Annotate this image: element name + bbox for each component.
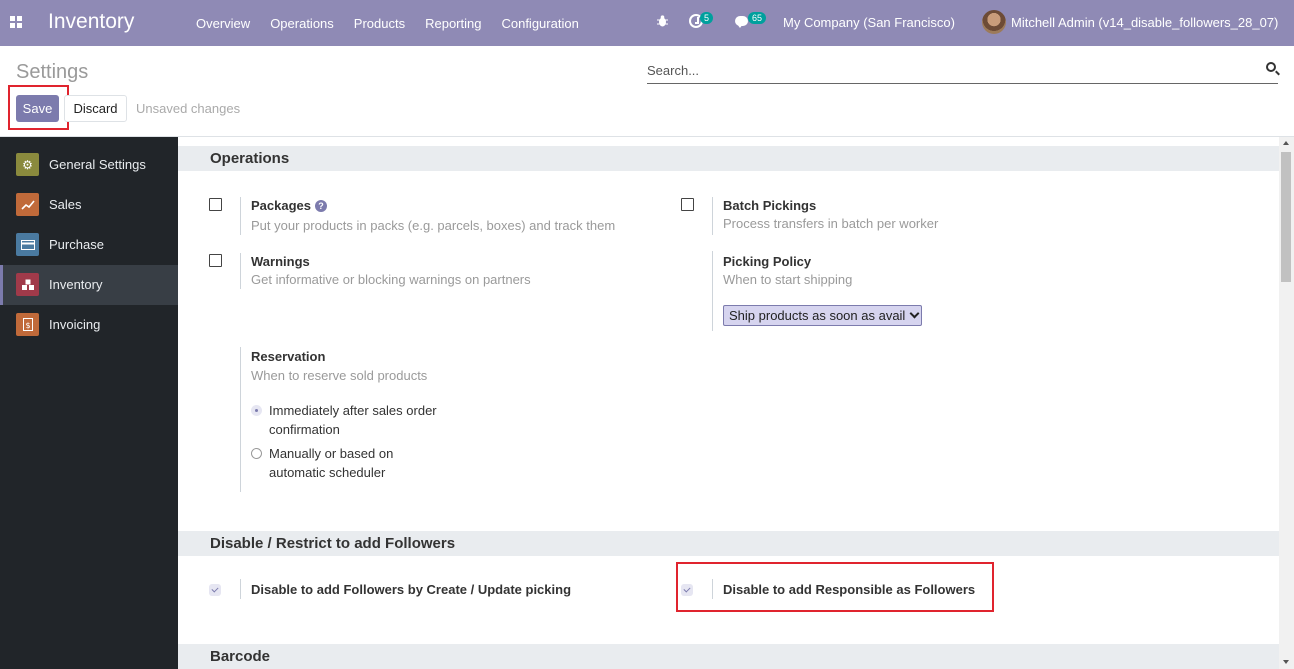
settings-content: Operations Packages? Put your products i… (178, 137, 1279, 669)
packages-checkbox[interactable] (209, 198, 222, 211)
disable-responsible-followers-title: Disable to add Responsible as Followers (723, 582, 976, 597)
boxes-icon (16, 273, 39, 296)
divider (240, 579, 241, 599)
picking-policy-value: Ship products as soon as avail (729, 308, 906, 323)
disable-responsible-followers-checkbox[interactable] (681, 584, 693, 596)
content-scrollbar[interactable] (1279, 137, 1294, 669)
sidebar-item-purchase[interactable]: Purchase (0, 225, 178, 265)
reservation-option-label[interactable]: Manually or based on automatic scheduler (269, 444, 429, 482)
divider (240, 253, 241, 289)
packages-desc: Put your products in packs (e.g. parcels… (251, 218, 616, 233)
chart-icon (16, 193, 39, 216)
card-icon (16, 233, 39, 256)
debug-bug-icon[interactable] (657, 15, 668, 27)
sidebar-item-label: Invoicing (49, 317, 101, 332)
discard-button[interactable]: Discard (64, 95, 127, 122)
reservation-radio-immediate[interactable] (251, 405, 262, 416)
menu-reporting[interactable]: Reporting (415, 16, 491, 31)
search-input[interactable] (647, 59, 1247, 81)
apps-menu-icon[interactable] (10, 16, 22, 28)
menu-overview[interactable]: Overview (186, 16, 260, 31)
sidebar-item-sales[interactable]: Sales (0, 185, 178, 225)
messages-chat-icon[interactable] (735, 16, 748, 28)
divider (712, 579, 713, 599)
menu-operations[interactable]: Operations (260, 16, 344, 31)
page-title: Settings (16, 61, 89, 83)
warnings-title: Warnings (251, 254, 310, 269)
chevron-down-icon (909, 308, 920, 319)
divider (240, 197, 241, 235)
reservation-option-label[interactable]: Immediately after sales order confirmati… (269, 401, 449, 439)
sidebar-item-label: Inventory (49, 277, 103, 292)
scroll-up-arrow-icon[interactable] (1283, 141, 1289, 145)
gear-icon: ⚙ (16, 153, 39, 176)
search-icon[interactable] (1266, 62, 1276, 72)
menu-configuration[interactable]: Configuration (491, 16, 588, 31)
search-bar (647, 59, 1278, 84)
divider (240, 347, 241, 492)
main-menu: Overview Operations Products Reporting C… (186, 0, 589, 46)
section-title-barcode: Barcode (178, 644, 1279, 669)
sidebar-item-label: Purchase (49, 237, 104, 252)
scroll-down-arrow-icon[interactable] (1283, 660, 1289, 664)
reservation-title: Reservation (251, 349, 326, 364)
user-menu[interactable]: Mitchell Admin (v14_disable_followers_28… (1011, 15, 1278, 30)
reservation-desc: When to reserve sold products (251, 368, 428, 383)
svg-text:$: $ (25, 321, 30, 330)
warnings-desc: Get informative or blocking warnings on … (251, 272, 531, 287)
company-switcher[interactable]: My Company (San Francisco) (783, 15, 955, 30)
app-title[interactable]: Inventory (48, 10, 134, 34)
save-button[interactable]: Save (16, 95, 59, 122)
top-navbar: Inventory Overview Operations Products R… (0, 0, 1294, 46)
packages-title: Packages? (251, 198, 327, 213)
batch-pickings-desc: Process transfers in batch per worker (723, 216, 939, 231)
message-count-badge: 65 (748, 12, 767, 24)
picking-policy-select[interactable]: Ship products as soon as avail (723, 305, 922, 326)
scrollbar-thumb[interactable] (1281, 152, 1291, 282)
activity-count-badge: 5 (700, 12, 714, 24)
reservation-radio-manual[interactable] (251, 448, 262, 459)
unsaved-status: Unsaved changes (136, 101, 241, 116)
batch-pickings-title: Batch Pickings (723, 198, 817, 213)
disable-followers-create-checkbox[interactable] (209, 584, 221, 596)
divider (712, 197, 713, 235)
sidebar-item-label: Sales (49, 197, 82, 212)
warnings-checkbox[interactable] (209, 254, 222, 267)
sidebar-item-invoicing[interactable]: $ Invoicing (0, 305, 178, 345)
section-title-operations: Operations (178, 146, 1279, 171)
user-avatar[interactable] (982, 10, 1006, 34)
sidebar-item-general-settings[interactable]: ⚙ General Settings (0, 145, 178, 185)
control-panel: Settings Save Discard Unsaved changes (0, 46, 1294, 137)
divider (712, 251, 713, 331)
packages-label: Packages (251, 198, 311, 213)
invoice-icon: $ (16, 313, 39, 336)
settings-sidebar: ⚙ General Settings Sales Purchase Invent… (0, 137, 178, 669)
help-icon[interactable]: ? (315, 200, 327, 212)
sidebar-item-label: General Settings (49, 157, 146, 172)
sidebar-item-inventory[interactable]: Inventory (0, 265, 178, 305)
disable-followers-create-title: Disable to add Followers by Create / Upd… (251, 582, 572, 597)
menu-products[interactable]: Products (344, 16, 415, 31)
picking-policy-title: Picking Policy (723, 254, 812, 269)
picking-policy-desc: When to start shipping (723, 272, 853, 287)
section-title-followers: Disable / Restrict to add Followers (178, 531, 1279, 556)
batch-pickings-checkbox[interactable] (681, 198, 694, 211)
